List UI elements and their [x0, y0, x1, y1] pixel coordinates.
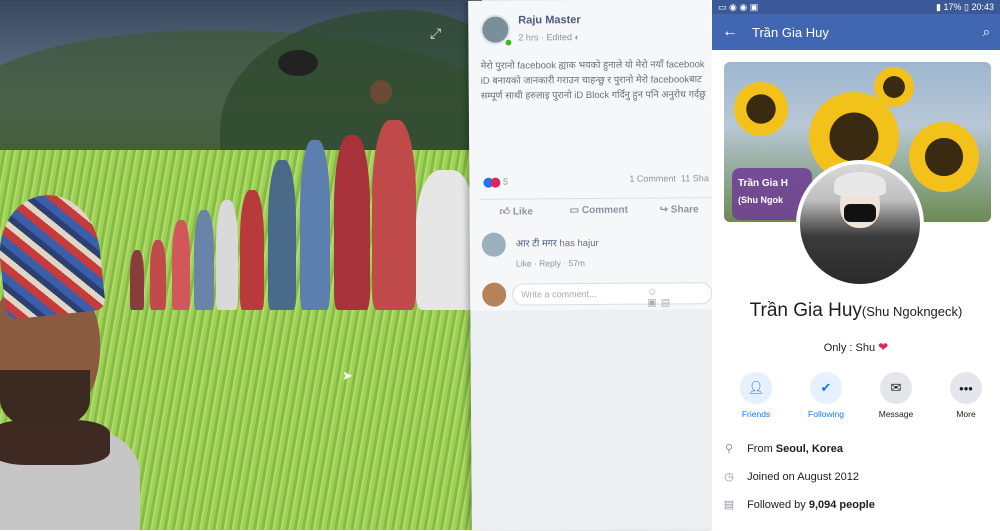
- comment-actions: Like · Reply · 57m: [515, 258, 586, 269]
- commenter-name[interactable]: आर टी मगर: [516, 238, 557, 249]
- profile-bio: Only : Shu ❤: [712, 340, 1000, 354]
- selfie-person: [0, 190, 150, 530]
- sunflower: [874, 67, 914, 107]
- followers-icon: ▤: [723, 499, 735, 511]
- selfie-photo: ⤢ ➤: [0, 0, 482, 530]
- search-icon[interactable]: ⌕: [983, 24, 990, 40]
- comment-button[interactable]: ▭ Comment: [570, 205, 628, 216]
- engagement-counts: 1 Comment 11 Sha: [629, 173, 708, 184]
- like-button[interactable]: 👍︎ Like: [500, 205, 533, 217]
- clock: 20:43: [971, 1, 994, 12]
- info-followers[interactable]: ▤ Followed by 9,094 people: [722, 498, 875, 511]
- commenter-avatar[interactable]: [481, 232, 506, 257]
- clock-icon: ◷: [724, 471, 734, 483]
- battery-icon: ▯: [964, 1, 969, 12]
- battery-level: 17%: [943, 1, 962, 12]
- gif-icon[interactable]: ▤: [661, 297, 675, 308]
- following-button[interactable]: ✔ Following: [800, 372, 852, 419]
- status-bar: ▭ ◉ ◉ ▣ ▮ 17% ▯ 20:43: [712, 0, 1000, 14]
- info-location: ⚲ From Seoul, Korea: [722, 442, 843, 455]
- more-dots-icon: •••: [950, 372, 982, 404]
- notification-icons: ▭ ◉ ◉ ▣: [718, 1, 759, 12]
- location-pin-icon: ⚲: [724, 443, 734, 455]
- profile-picture[interactable]: [796, 160, 924, 288]
- sunflower: [734, 82, 788, 136]
- messenger-icon: ✉: [880, 372, 912, 404]
- edited-label: Edited: [546, 32, 572, 43]
- cover-badge-line: (Shu Ngok: [738, 195, 783, 205]
- mobile-profile-screen: ▭ ◉ ◉ ▣ ▮ 17% ▯ 20:43 ← Trần Gia Huy ⌕ T…: [712, 0, 1000, 530]
- share-icon: ↪: [659, 204, 669, 216]
- back-arrow-icon[interactable]: ←: [722, 23, 738, 41]
- followers-count: 9,094 people: [808, 499, 875, 511]
- facebook-post-panel: Raju Master 2 hrs · Edited ◐ मेरो पुरानो…: [468, 0, 714, 531]
- status-right: ▮ 17% ▯ 20:43: [936, 2, 994, 13]
- comment-time: 57m: [568, 258, 586, 269]
- profile-main-name: Trần Gia Huy: [749, 300, 862, 321]
- share-button[interactable]: ↪ Share: [660, 204, 699, 215]
- mouse-cursor-icon: ➤: [342, 368, 353, 383]
- expand-icon[interactable]: ⤢: [430, 25, 444, 41]
- reaction-count: 5: [502, 176, 508, 187]
- profile-alt-name: (Shu Ngokngeck): [861, 304, 963, 319]
- globe-icon: ◐: [574, 32, 580, 43]
- dhaka-topi-cap: [0, 190, 106, 320]
- profile-action-buttons: 👤︎ Friends ✔ Following ✉ Message ••• Mor…: [730, 372, 992, 424]
- info-joined: ◷ Joined on August 2012: [722, 470, 859, 483]
- group-of-people: [120, 50, 480, 310]
- comment-input-icons: ☺▣▤: [647, 286, 675, 309]
- love-reaction-icon: [490, 177, 501, 188]
- comment-text: has hajur: [559, 237, 599, 250]
- post-time[interactable]: 2 hrs: [518, 32, 538, 42]
- app-header: ← Trần Gia Huy ⌕: [712, 14, 1000, 50]
- post-card: Raju Master 2 hrs · Edited ◐ मेरो पुरानो…: [468, 0, 714, 311]
- header-title: Trần Gia Huy: [752, 24, 829, 40]
- location-value[interactable]: Seoul, Korea: [776, 443, 843, 455]
- heart-icon: ❤: [878, 340, 889, 354]
- comment-input[interactable]: Write a comment...: [512, 282, 713, 306]
- share-count[interactable]: 11 Sha: [681, 173, 709, 183]
- thumbs-up-icon: 👍︎: [499, 206, 511, 218]
- sunflower: [909, 122, 979, 192]
- post-actions: 👍︎ Like ▭ Comment ↪ Share: [479, 197, 714, 225]
- post-author[interactable]: Raju Master: [518, 14, 580, 26]
- cover-badge-line: Trần Gia H: [738, 178, 789, 189]
- post-text: मेरो पुरानो facebook ह्याक भयको हुनाले य…: [480, 59, 706, 102]
- comment-count[interactable]: 1 Comment: [629, 173, 676, 183]
- online-status-icon: [504, 38, 513, 47]
- bio-text: Only : Shu: [823, 342, 876, 354]
- camera-icon[interactable]: ▣: [647, 298, 661, 309]
- comment-icon: ▭: [569, 205, 580, 217]
- reaction-summary[interactable]: 5: [483, 177, 508, 188]
- comment-like-link[interactable]: Like: [516, 258, 532, 268]
- signal-icon: ▮: [936, 1, 941, 12]
- friends-icon: 👤︎: [740, 372, 772, 404]
- following-icon: ✔: [810, 372, 842, 404]
- friends-button[interactable]: 👤︎ Friends: [730, 372, 782, 419]
- message-button[interactable]: ✉ Message: [870, 372, 922, 419]
- current-user-avatar: [482, 282, 507, 307]
- profile-name: Trần Gia Huy(Shu Ngokngeck): [712, 300, 1000, 322]
- comment-body: आर टी मगर has hajur: [516, 236, 599, 250]
- more-button[interactable]: ••• More: [940, 372, 992, 419]
- emoji-icon[interactable]: ☺: [647, 287, 661, 298]
- post-meta: 2 hrs · Edited ◐: [518, 32, 580, 43]
- comment-reply-link[interactable]: Reply: [539, 258, 561, 268]
